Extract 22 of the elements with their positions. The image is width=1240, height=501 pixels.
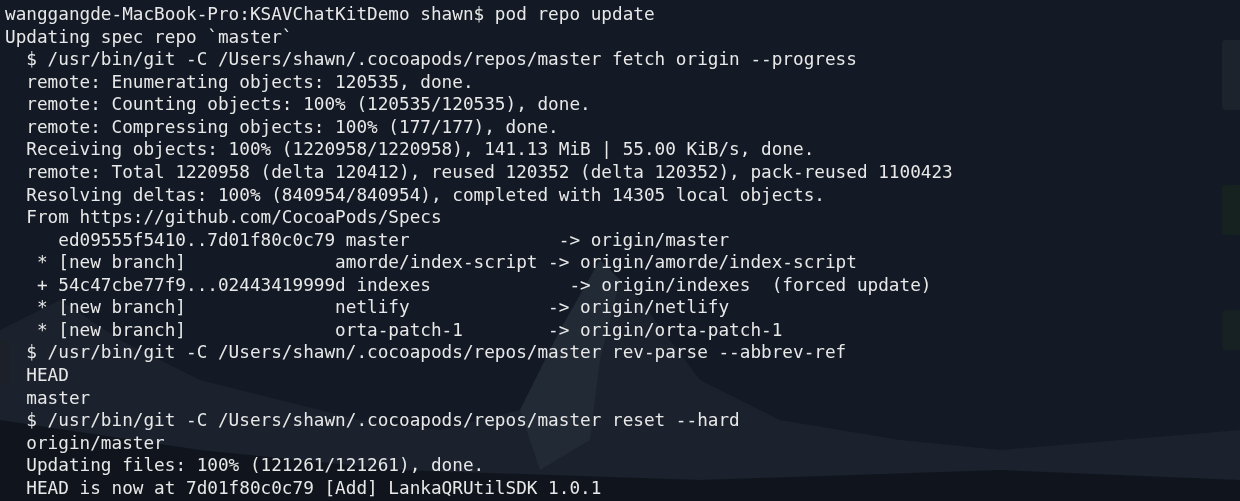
output-line: remote: Counting objects: 100% (120535/120535), done. <box>26 94 591 115</box>
output-line: Updating files: 100% (121261/121261), done. <box>26 455 485 476</box>
output-line: Updating spec repo `master` <box>5 26 293 47</box>
output-line: master <box>26 387 91 408</box>
output-line: remote: Compressing objects: 100% (177/177), done. <box>26 116 559 137</box>
output-line: HEAD <box>26 365 69 385</box>
output-line: From https://github.com/CocoaPods/Specs <box>26 207 442 228</box>
output-line: ed09555f5410..7d01f80c0c79 master -> origin/master <box>58 229 730 250</box>
output-line: $ /usr/bin/git -C /Users/shawn/.cocoapods/repos/master reset --hard <box>26 410 740 431</box>
output-line: origin/master <box>26 432 165 453</box>
output-line: * [new branch] amorde/index-script -> origin/amorde/index-script <box>36 252 857 273</box>
output-line: remote: Total 1220958 (delta 120412), reused 120352 (delta 120352), pack-reused 1100423 <box>26 161 953 182</box>
output-line: Resolving deltas: 100% (840954/840954), completed with 14305 local objects. <box>26 184 825 205</box>
output-line: * [new branch] netlify -> origin/netlify <box>36 297 730 318</box>
output-line: Receiving objects: 100% (1220958/1220958), 141.13 MiB | 55.00 KiB/s, done. <box>26 139 815 160</box>
output-line: remote: Enumerating objects: 120535, done. <box>26 71 474 92</box>
output-line: + 54c47cbe77f9...02443419999d indexes -> origin/indexes (forced update) <box>36 274 932 295</box>
output-line: $ /usr/bin/git -C /Users/shawn/.cocoapods/repos/master fetch origin --progress <box>26 49 857 70</box>
output-line: HEAD is now at 7d01f80c0c79 [Add] LankaQRUtilSDK 1.0.1 <box>26 477 602 498</box>
command-line: wanggangde-MacBook-Pro:KSAVChatKitDemo shawn$ pod repo update <box>5 4 655 24</box>
output-line: * [new branch] orta-patch-1 -> origin/orta-patch-1 <box>36 319 783 340</box>
output-line: $ /usr/bin/git -C /Users/shawn/.cocoapods/repos/master rev-parse --abbrev-ref <box>26 342 847 363</box>
